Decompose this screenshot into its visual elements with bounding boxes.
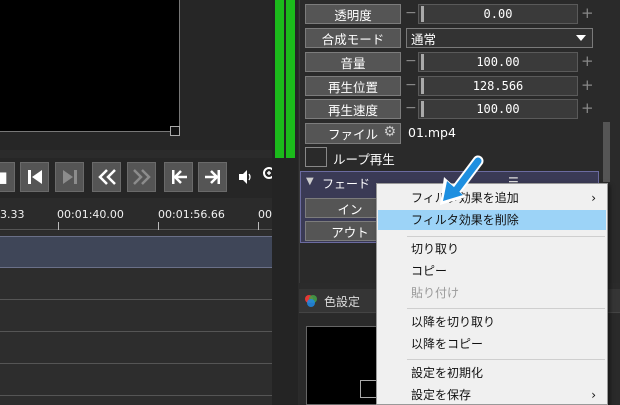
- playback-position-slider[interactable]: 128.566: [418, 76, 578, 96]
- stop-icon: ■: [0, 168, 8, 186]
- tick-label: 00: [258, 208, 272, 221]
- loop-checkbox[interactable]: [305, 147, 327, 167]
- skip-end-icon: [204, 170, 220, 184]
- volume-decrement[interactable]: −: [405, 52, 417, 72]
- playback-speed-increment[interactable]: +: [581, 99, 594, 119]
- playback-position-label[interactable]: 再生位置: [305, 76, 401, 96]
- opacity-slider[interactable]: 0.00: [418, 4, 578, 24]
- rewind-icon: [97, 169, 116, 185]
- collapse-triangle-icon[interactable]: ▼: [306, 176, 314, 187]
- gear-icon: ⚙: [383, 124, 396, 140]
- volume-value: 100.00: [476, 55, 520, 69]
- blend-mode-value: 通常: [411, 31, 437, 47]
- menu-item-copy[interactable]: コピー: [378, 261, 606, 281]
- tick-label: 3.33: [0, 208, 25, 221]
- color-panel-title: 色設定: [324, 295, 361, 309]
- menu-item-cut[interactable]: 切り取り: [378, 239, 606, 259]
- opacity-decrement[interactable]: −: [405, 4, 417, 24]
- resize-handle[interactable]: [170, 126, 180, 136]
- step-back-icon: [27, 170, 42, 184]
- menu-item-label: 以降をコピー: [411, 337, 484, 351]
- playback-position-decrement[interactable]: −: [405, 76, 417, 96]
- menu-item-reset-settings[interactable]: 設定を初期化: [378, 363, 606, 383]
- selected-clip[interactable]: [0, 236, 272, 268]
- volume-label[interactable]: 音量: [305, 52, 401, 72]
- tick-mark: [258, 222, 259, 230]
- blend-mode-select[interactable]: 通常: [406, 28, 593, 48]
- menu-item-label: 切り取り: [411, 242, 460, 256]
- file-label: ファイル: [327, 127, 378, 142]
- menu-item-label: 貼り付け: [411, 286, 460, 300]
- skip-start-icon: [171, 170, 187, 184]
- playback-position-increment[interactable]: +: [581, 76, 594, 96]
- fast-forward-button[interactable]: [127, 162, 156, 192]
- opacity-increment[interactable]: +: [581, 4, 594, 24]
- meter-bar-left: [275, 0, 284, 158]
- track-divider: [0, 331, 272, 332]
- chevron-right-icon: ›: [591, 191, 596, 205]
- tick-label: 00:01:40.00: [57, 208, 124, 221]
- menu-item-add-filter[interactable]: フィルタ効果を追加 ›: [378, 188, 606, 208]
- playback-speed-label[interactable]: 再生速度: [305, 99, 401, 119]
- stop-button[interactable]: ■: [0, 162, 15, 192]
- context-menu: フィルタ効果を追加 › フィルタ効果を削除 切り取り コピー 貼り付け 以降を切…: [376, 183, 608, 405]
- track-divider: [0, 299, 272, 300]
- color-wheel-icon: [305, 295, 317, 307]
- rewind-button[interactable]: [92, 162, 121, 192]
- playback-position-value: 128.566: [472, 79, 524, 93]
- scrollbar-thumb[interactable]: [603, 122, 610, 182]
- menu-item-remove-filter[interactable]: フィルタ効果を削除: [378, 210, 606, 230]
- go-start-button[interactable]: [164, 162, 193, 192]
- loop-label: ループ再生: [333, 152, 395, 167]
- speaker-icon: [239, 170, 251, 184]
- menu-separator: [407, 236, 605, 237]
- menu-item-cut-after[interactable]: 以降を切り取り: [378, 312, 606, 332]
- preview-canvas: [0, 0, 180, 132]
- step-forward-icon: [62, 170, 77, 184]
- menu-item-save-settings[interactable]: 設定を保存 ›: [378, 385, 606, 405]
- go-end-button[interactable]: [198, 162, 227, 192]
- playback-speed-slider[interactable]: 100.00: [418, 99, 578, 119]
- opacity-label[interactable]: 透明度: [305, 4, 401, 24]
- menu-item-label: 設定を保存: [411, 388, 472, 402]
- menu-item-copy-after[interactable]: 以降をコピー: [378, 334, 606, 354]
- timeline-ruler[interactable]: 3.33 00:01:40.00 00:01:56.66 00: [0, 200, 272, 230]
- volume-button[interactable]: [237, 169, 255, 185]
- menu-item-label: フィルタ効果を削除: [411, 213, 519, 227]
- file-button[interactable]: ファイル ⚙: [305, 123, 401, 144]
- menu-item-label: コピー: [411, 264, 448, 278]
- file-name: 01.mp4: [408, 125, 456, 140]
- fade-filter-title: フェード: [322, 177, 371, 191]
- track-divider: [0, 395, 272, 396]
- volume-increment[interactable]: +: [581, 52, 594, 72]
- menu-item-label: 以降を切り取り: [411, 315, 496, 329]
- track-divider: [0, 363, 272, 364]
- arrow-pointer-icon: [440, 155, 484, 205]
- menu-separator: [407, 359, 605, 360]
- playback-speed-value: 100.00: [476, 102, 520, 116]
- audio-level-meter: [272, 0, 298, 405]
- chevron-down-icon: [576, 35, 586, 41]
- playback-speed-decrement[interactable]: −: [405, 99, 417, 119]
- prev-frame-button[interactable]: [20, 162, 49, 192]
- chevron-right-icon: ›: [591, 388, 596, 402]
- tick-mark: [158, 222, 159, 230]
- opacity-value: 0.00: [483, 7, 513, 21]
- tick-mark: [58, 222, 59, 230]
- transport-bar: ■: [0, 158, 279, 198]
- next-frame-button[interactable]: [55, 162, 84, 192]
- menu-item-paste[interactable]: 貼り付け: [378, 283, 606, 303]
- meter-bar-right: [286, 0, 295, 158]
- blend-mode-label: 合成モード: [305, 28, 401, 48]
- menu-separator: [407, 308, 605, 309]
- tick-label: 00:01:56.66: [158, 208, 225, 221]
- menu-item-label: 設定を初期化: [411, 366, 484, 380]
- fast-forward-icon: [132, 169, 151, 185]
- volume-slider[interactable]: 100.00: [418, 52, 578, 72]
